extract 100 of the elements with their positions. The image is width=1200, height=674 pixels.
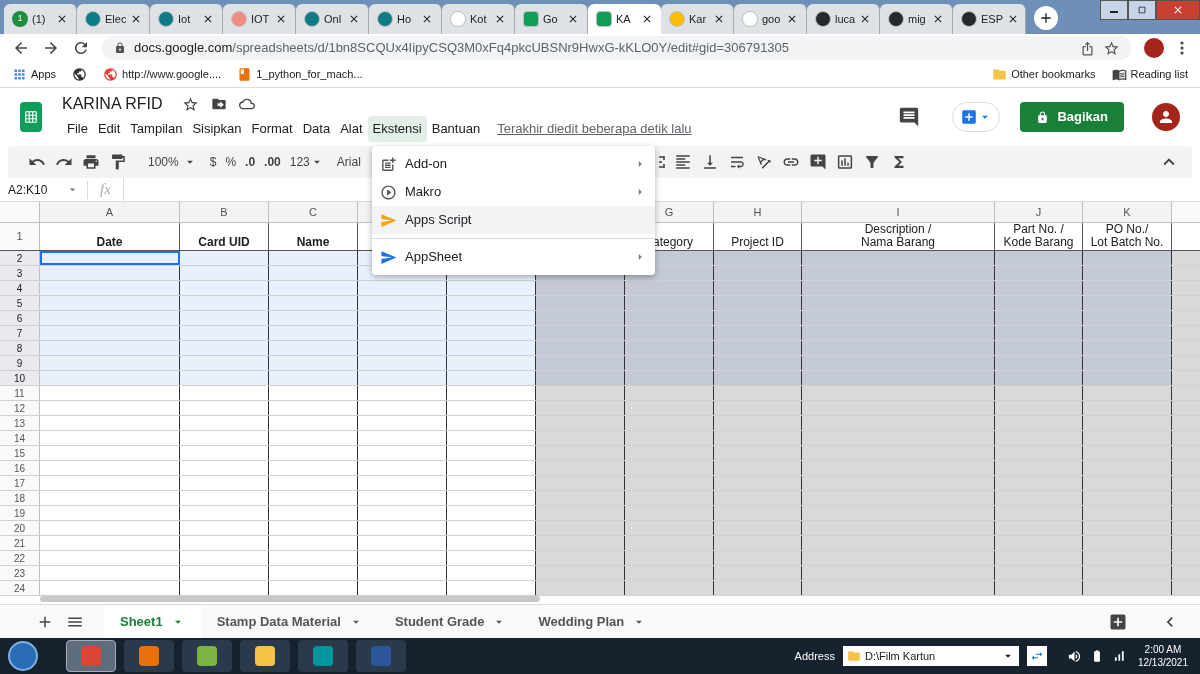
bookmark[interactable]: Apps	[12, 66, 57, 83]
share-icon[interactable]	[1080, 40, 1095, 56]
browser-tab[interactable]: 1 (1)	[4, 4, 77, 34]
bookmark[interactable]: Other bookmarks	[992, 66, 1096, 83]
taskbar-app-button[interactable]	[124, 640, 174, 672]
row-number[interactable]: 11	[0, 386, 40, 400]
row-number[interactable]: 17	[0, 476, 40, 490]
globe-icon[interactable]	[72, 67, 88, 82]
row-number[interactable]: 4	[0, 281, 40, 295]
menu-option[interactable]: Apps Script	[372, 206, 655, 234]
add-comment-button[interactable]	[808, 153, 827, 171]
star-icon[interactable]	[1103, 39, 1120, 57]
row-number[interactable]: 2	[0, 251, 40, 265]
close-icon[interactable]	[1007, 13, 1019, 25]
browser-tab[interactable]: luca	[807, 4, 880, 34]
column-header[interactable]: J	[995, 202, 1083, 222]
close-icon[interactable]	[494, 13, 506, 25]
chart-button[interactable]	[835, 153, 854, 171]
row-number[interactable]: 12	[0, 401, 40, 415]
browser-tab[interactable]: IOT	[223, 4, 296, 34]
taskbar-app-button[interactable]	[298, 640, 348, 672]
browser-tab[interactable]: Elec	[77, 4, 150, 34]
column-header[interactable]: B	[180, 202, 269, 222]
menu-item[interactable]: Bantuan	[426, 116, 486, 142]
close-icon[interactable]	[713, 13, 725, 25]
close-icon[interactable]	[932, 13, 944, 25]
minimize-button[interactable]	[1100, 0, 1128, 20]
increase-decimal-button[interactable]: .00	[264, 153, 281, 171]
reload-button[interactable]	[72, 39, 90, 57]
row-number[interactable]: 19	[0, 506, 40, 520]
browser-tab[interactable]: goo	[734, 4, 807, 34]
menu-item[interactable]: Data	[297, 116, 336, 142]
browser-tab[interactable]: mig	[880, 4, 953, 34]
row-number[interactable]: 5	[0, 296, 40, 310]
column-header[interactable]: C	[269, 202, 358, 222]
menu-item[interactable]: File	[62, 116, 93, 142]
start-button[interactable]	[8, 641, 38, 671]
sheet-tab[interactable]: Sheet1	[104, 605, 201, 638]
row-number[interactable]: 8	[0, 341, 40, 355]
font-select[interactable]: Arial	[336, 153, 361, 171]
taskbar-app-button[interactable]	[240, 640, 290, 672]
menu-item[interactable]: Ekstensi	[367, 116, 427, 142]
address-bar[interactable]: docs.google.com/spreadsheets/d/1bn8SCQUx4IipyCSQ3M0xFq4pkcUBSNr9HwxG-kKLO0Y/edit#gid=306791305	[102, 36, 1132, 60]
browser-tab[interactable]: ESP	[953, 4, 1026, 34]
close-icon[interactable]	[786, 13, 798, 25]
sheets-logo-icon[interactable]	[20, 102, 42, 132]
menu-option[interactable]: Add-on	[372, 150, 655, 178]
comment-icon[interactable]	[898, 106, 921, 128]
row-number[interactable]: 7	[0, 326, 40, 340]
address-field[interactable]: D:\Film Kartun	[842, 646, 1019, 666]
column-header[interactable]: H	[714, 202, 802, 222]
close-icon[interactable]	[348, 13, 360, 25]
browser-tab[interactable]: KA	[588, 4, 661, 34]
star-icon[interactable]	[182, 95, 200, 113]
row-number[interactable]: 18	[0, 491, 40, 505]
close-icon[interactable]	[421, 13, 433, 25]
menu-item[interactable]: Alat	[335, 116, 368, 142]
row-number[interactable]: 3	[0, 266, 40, 280]
horizontal-scrollbar[interactable]	[40, 596, 540, 602]
browser-tab[interactable]: Kar	[661, 4, 734, 34]
row-number[interactable]: 10	[0, 371, 40, 385]
avatar-icon[interactable]	[1152, 103, 1180, 131]
browser-tab[interactable]: Onl	[296, 4, 369, 34]
new-tab-button[interactable]	[1034, 6, 1058, 30]
row-number[interactable]: 1	[0, 223, 40, 250]
taskbar-app-button[interactable]	[182, 640, 232, 672]
close-icon[interactable]	[275, 13, 287, 25]
number-format-button[interactable]: 123	[289, 153, 324, 171]
close-icon[interactable]	[567, 13, 579, 25]
bookmark[interactable]: http://www.google....	[103, 66, 222, 83]
percent-button[interactable]: %	[225, 153, 237, 171]
zoom-select[interactable]: 100%	[148, 153, 197, 171]
menu-item[interactable]: Edit	[92, 116, 126, 142]
bookmark[interactable]: 1_python_for_mach...	[237, 66, 363, 83]
sheet-tab[interactable]: Student Grade	[378, 605, 523, 638]
row-number[interactable]: 6	[0, 311, 40, 325]
sheet-tab[interactable]: Wedding Plan	[522, 605, 663, 638]
maximize-button[interactable]	[1128, 0, 1156, 20]
decrease-decimal-button[interactable]: .0	[245, 153, 256, 171]
menu-item[interactable]: Format	[246, 116, 298, 142]
row-number[interactable]: 22	[0, 551, 40, 565]
menu-item[interactable]: Tampilan	[125, 116, 188, 142]
share-button[interactable]: Bagikan	[1020, 102, 1124, 132]
row-number[interactable]: 23	[0, 566, 40, 580]
column-header[interactable]: I	[802, 202, 995, 222]
row-number[interactable]: 14	[0, 431, 40, 445]
browser-tab[interactable]: Ho	[369, 4, 442, 34]
last-edit-link[interactable]: Terakhir diedit beberapa detik lalu	[497, 119, 692, 139]
row-number[interactable]: 15	[0, 446, 40, 460]
document-title[interactable]: KARINA RFID	[62, 92, 163, 117]
close-icon[interactable]	[641, 13, 653, 25]
print-button[interactable]	[82, 153, 100, 171]
row-number[interactable]: 21	[0, 536, 40, 550]
currency-button[interactable]: $	[209, 153, 217, 171]
volume-icon[interactable]	[1066, 648, 1082, 664]
paint-format-button[interactable]	[109, 153, 127, 171]
name-box[interactable]: A2:K10	[0, 180, 88, 199]
row-number[interactable]: 9	[0, 356, 40, 370]
row-number[interactable]: 16	[0, 461, 40, 475]
column-header[interactable]: A	[40, 202, 180, 222]
